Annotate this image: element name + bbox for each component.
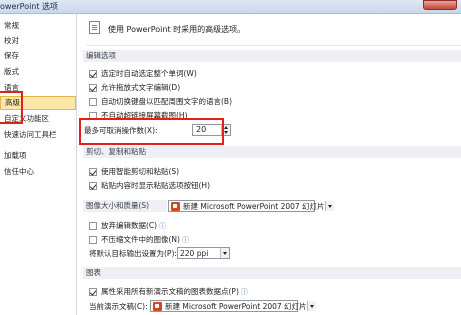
window-title: owerPoint 选项 [0,2,59,11]
sidebar-item-proofing[interactable]: 校对 [0,34,76,48]
option-show-paste-options[interactable]: 粘贴内容时显示粘贴选项按钮(H) [89,180,210,191]
sidebar-item-general[interactable]: 常规 [0,19,76,33]
checkbox[interactable] [89,83,97,92]
option-auto-switch-keyboard[interactable]: 自动切换键盘以匹配周围文字的语言(B) [89,96,232,107]
option-label: 选定时自动选定整个单词(W) [101,69,197,78]
option-label: 不压缩文件中的图像(N) [101,235,180,244]
option-drag-drop-editing[interactable]: 允许拖放式文字编辑(D) [89,82,180,93]
checkbox[interactable] [89,181,97,190]
checkbox[interactable] [89,69,97,78]
option-select-whole-word[interactable]: 选定时自动选定整个单词(W) [89,68,197,79]
close-button[interactable] [423,0,457,10]
chevron-down-icon[interactable] [324,201,334,211]
info-icon: ⓘ [181,235,189,244]
checkbox[interactable] [89,235,97,244]
title-bar: owerPoint 选项 [0,0,461,14]
option-label: 允许拖放式文字编辑(D) [101,83,181,92]
panel-description: 使用 PowerPoint 时采用的高级选项。 [108,25,246,34]
highlight-box-undo [79,118,224,145]
section-editing-options: 编辑选项 [83,50,461,62]
checkbox[interactable] [89,167,97,176]
info-icon: ⓘ [159,221,167,230]
image-file-dropdown[interactable]: 新建 Microsoft PowerPoint 2007 幻灯片 [168,200,334,212]
resolution-value: 220 ppi [180,248,209,258]
option-label: 使用智能剪切和粘贴(S) [101,167,180,176]
sidebar-item-quick-access-toolbar[interactable]: 快速访问工具栏 [0,128,76,142]
option-label: 属性采用所有新演示文稿的图表数据点(P) [101,287,239,296]
powerpoint-file-icon [153,301,162,311]
current-presentation-value: 新建 Microsoft PowerPoint 2007 幻灯片 [165,301,307,311]
option-smart-cut-paste[interactable]: 使用智能剪切和粘贴(S) [89,166,179,177]
checkbox[interactable] [89,97,97,106]
chevron-down-icon[interactable] [220,248,229,258]
sidebar-item-trust-center[interactable]: 信任中心 [0,165,76,179]
powerpoint-file-icon [171,201,180,211]
option-label: 放弃编辑数据(C) [101,221,158,230]
resolution-dropdown[interactable]: 220 ppi [177,247,230,259]
checkbox[interactable] [89,221,97,230]
chevron-down-icon[interactable] [306,301,316,311]
default-resolution-label: 将默认目标输出设置为(P): [89,249,177,258]
image-file-value: 新建 Microsoft PowerPoint 2007 幻灯片 [183,201,325,211]
info-icon: ⓘ [240,287,248,296]
current-presentation-label: 当前演示文稿(C): [89,302,148,311]
section-cut-copy-paste: 剪切、复制和粘贴 [83,146,461,158]
option-discard-editing-data[interactable]: 放弃编辑数据(C) ⓘ [89,220,166,231]
section-image-size-quality: 图像大小和质量(S) [83,200,167,212]
current-presentation-dropdown[interactable]: 新建 Microsoft PowerPoint 2007 幻灯片 [150,300,316,312]
option-label: 粘贴内容时显示粘贴选项按钮(H) [101,181,210,190]
highlight-box-sidebar [0,91,23,124]
sidebar-item-addins[interactable]: 加载项 [0,149,76,163]
option-chart-data-points[interactable]: 属性采用所有新演示文稿的图表数据点(P) ⓘ [89,286,248,297]
sidebar-item-save[interactable]: 保存 [0,49,76,63]
option-label: 自动切换键盘以匹配周围文字的语言(B) [101,97,232,106]
options-icon [89,21,100,34]
divider [86,45,461,46]
option-no-compress-images[interactable]: 不压缩文件中的图像(N) ⓘ [89,234,189,245]
sidebar-item-layout[interactable]: 版式 [0,65,76,79]
checkbox[interactable] [89,287,97,296]
section-chart: 图表 [83,267,461,279]
options-sidebar: 常规 校对 保存 版式 语言 高级 自定义功能区 快速访问工具栏 加载项 信任中… [0,14,77,315]
